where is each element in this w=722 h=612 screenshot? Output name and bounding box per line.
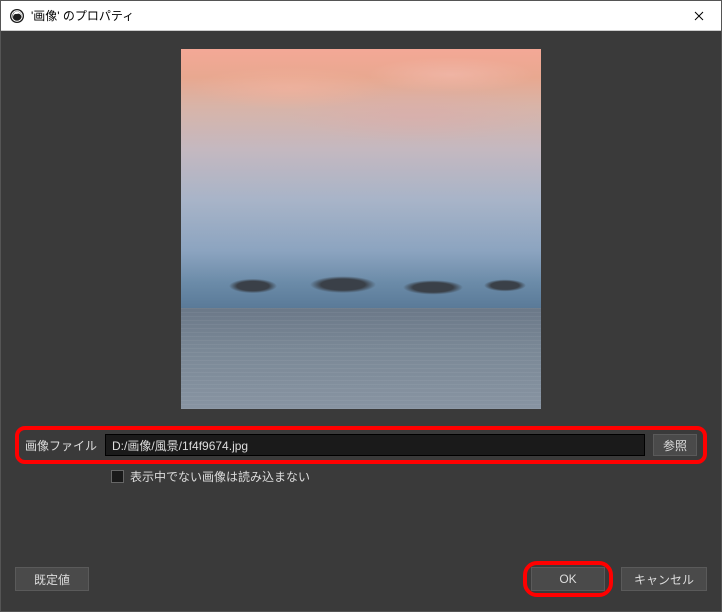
window-title: '画像' のプロパティ: [31, 7, 676, 24]
image-file-path-input[interactable]: [105, 434, 645, 456]
titlebar: '画像' のプロパティ: [1, 1, 721, 31]
browse-button[interactable]: 参照: [653, 434, 697, 456]
ok-button[interactable]: OK: [531, 567, 605, 591]
preview-area: [1, 31, 721, 426]
image-file-row: 画像ファイル 参照: [15, 426, 707, 464]
defaults-button[interactable]: 既定値: [15, 567, 89, 591]
cancel-button[interactable]: キャンセル: [621, 567, 707, 591]
close-button[interactable]: [676, 1, 721, 31]
unload-checkbox[interactable]: [111, 470, 124, 483]
image-preview: [181, 49, 541, 409]
unload-checkbox-row: 表示中でない画像は読み込まない: [15, 464, 707, 489]
ok-highlight: OK: [523, 561, 613, 597]
obs-icon: [9, 8, 25, 24]
unload-checkbox-label: 表示中でない画像は読み込まない: [130, 468, 310, 485]
dialog-footer: 既定値 OK キャンセル: [1, 551, 721, 611]
fields-panel: 画像ファイル 参照 表示中でない画像は読み込まない: [1, 426, 721, 489]
image-file-label: 画像ファイル: [25, 437, 97, 454]
properties-dialog: '画像' のプロパティ 画像ファイル 参照 表示中でない画像は読み込まない: [0, 0, 722, 612]
dialog-content: 画像ファイル 参照 表示中でない画像は読み込まない 既定値 OK キャンセル: [1, 31, 721, 611]
